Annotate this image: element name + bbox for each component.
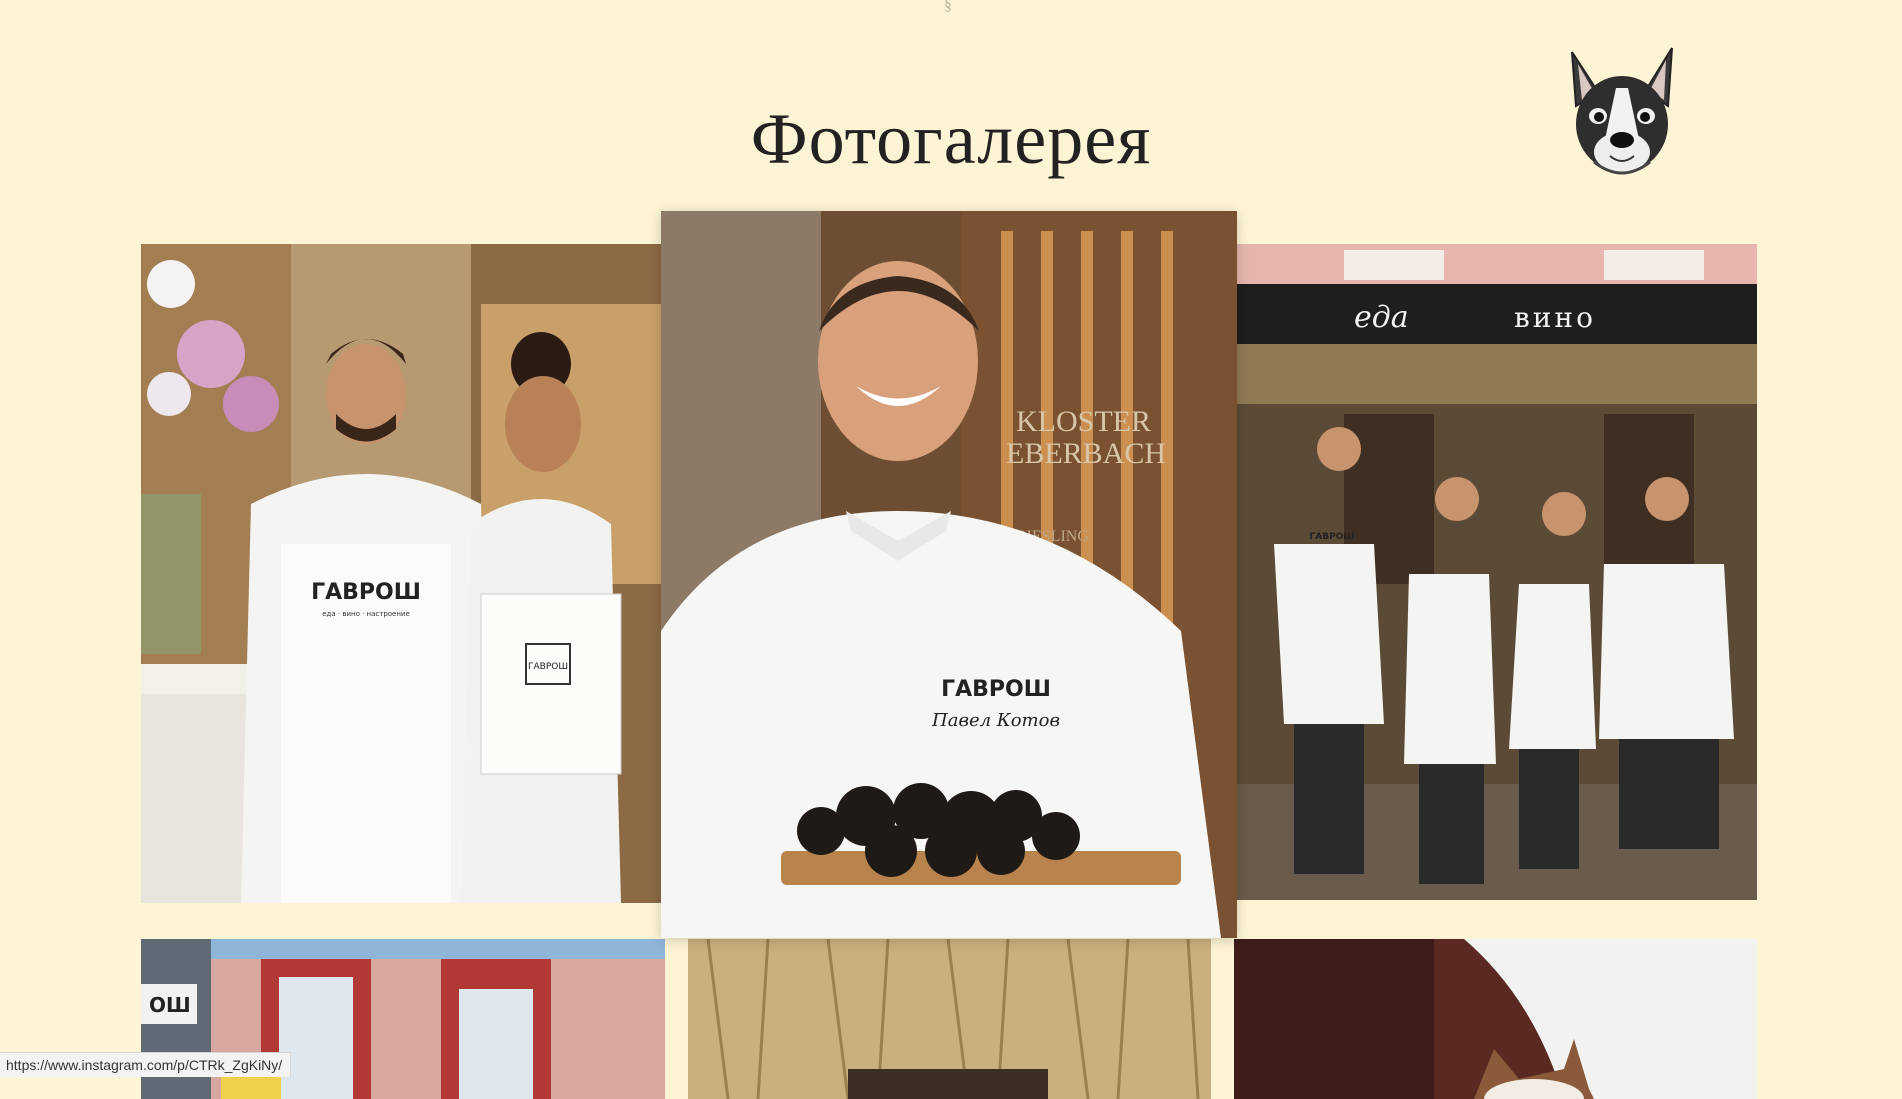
gallery-photo-waiters[interactable]: ГАВРОШ еда · вино · настроение ГАВРОШ	[141, 244, 661, 903]
menu-cover-text: ГАВРОШ	[528, 662, 568, 672]
chef-name-embroidery: Павел Котов	[931, 710, 1060, 731]
page-scrollbar[interactable]	[1892, 0, 1902, 1077]
team-apron-text: ГАВРОШ	[1310, 532, 1355, 542]
gallery-photo-bulldog[interactable]	[1234, 939, 1757, 1099]
chef-jacket-brand: ГАВРОШ	[941, 677, 1051, 702]
awning-word-1: еда	[1354, 300, 1409, 335]
waiter-apron-subtext: еда · вино · настроение	[322, 610, 410, 618]
wall-text-2: EBERBACH	[1006, 437, 1166, 470]
gallery-photo-team[interactable]: еда вино ГАВРОШ	[1234, 244, 1757, 900]
awning-word-2: вино	[1514, 301, 1596, 334]
facade-sign-text: ОШ	[149, 993, 191, 1017]
wall-text-1: KLOSTER	[1016, 405, 1151, 438]
status-bar-url: https://www.instagram.com/p/CTRk_ZgKiNy/	[0, 1052, 292, 1077]
waiter-apron-text: ГАВРОШ	[311, 580, 421, 605]
gallery-photo-chef[interactable]: KLOSTER EBERBACH RIESLING ГАВРОШ Павел К…	[661, 211, 1237, 938]
gallery-photo-straw[interactable]	[688, 939, 1211, 1099]
french-bulldog-logo-icon	[1554, 44, 1690, 184]
top-decoration-mark: §	[944, 0, 952, 14]
